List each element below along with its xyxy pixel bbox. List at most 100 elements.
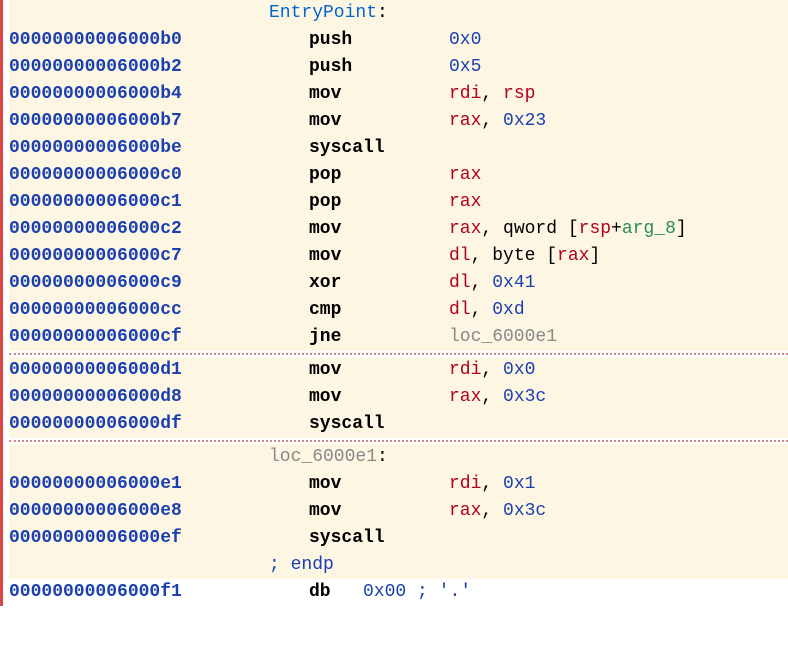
address: 00000000006000cf: [9, 324, 269, 351]
mnemonic: mov: [309, 81, 449, 108]
immediate: 0x23: [503, 111, 546, 131]
mnemonic: jne: [309, 324, 449, 351]
address: 00000000006000e1: [9, 471, 269, 498]
register: dl: [449, 246, 471, 266]
address: 00000000006000c7: [9, 243, 269, 270]
instruction-row[interactable]: 00000000006000c2movrax, qword [rsp+arg_8…: [9, 216, 788, 243]
register: rax: [557, 246, 589, 266]
address: 00000000006000df: [9, 411, 269, 438]
instruction-row[interactable]: 00000000006000e8 movrax, 0x3c: [9, 498, 788, 525]
operands: rax: [449, 162, 481, 189]
instruction-row[interactable]: 00000000006000df syscall: [9, 411, 788, 438]
instruction-row[interactable]: 00000000006000be syscall: [9, 135, 788, 162]
operands: rax, 0x23: [449, 108, 546, 135]
instruction-row[interactable]: 00000000006000c1poprax: [9, 189, 788, 216]
instruction-row[interactable]: 00000000006000e1 movrdi, 0x1: [9, 471, 788, 498]
mnemonic: mov: [309, 108, 449, 135]
address: 00000000006000b4: [9, 81, 269, 108]
register: rax: [449, 111, 481, 131]
colon: :: [377, 0, 388, 27]
mnemonic: syscall: [309, 135, 449, 162]
mnemonic: mov: [309, 471, 449, 498]
instruction-row[interactable]: 00000000006000b4 movrdi, rsp: [9, 81, 788, 108]
colon: :: [377, 444, 388, 471]
instruction-row[interactable]: 00000000006000c9xordl, 0x41: [9, 270, 788, 297]
db-value: 0x00: [363, 579, 406, 606]
mnemonic: push: [309, 27, 449, 54]
block-separator: [9, 353, 788, 355]
operands: rdi, rsp: [449, 81, 535, 108]
register: rdi: [449, 84, 481, 104]
branch-target: loc_6000e1: [449, 324, 557, 351]
immediate: 0x3c: [503, 387, 546, 407]
address: 00000000006000c0: [9, 162, 269, 189]
immediate: 0x1: [503, 474, 535, 494]
address: 00000000006000d8: [9, 384, 269, 411]
register: rax: [449, 501, 481, 521]
label-row-entry: EntryPoint:: [9, 0, 788, 27]
operands: 0x5: [449, 54, 481, 81]
register: rax: [449, 387, 481, 407]
mnemonic: syscall: [309, 411, 449, 438]
address: 00000000006000cc: [9, 297, 269, 324]
register: rax: [449, 192, 481, 212]
data-row: 00000000006000f1db 0x00 ; '.': [9, 579, 788, 606]
operands: rax, 0x3c: [449, 384, 546, 411]
instruction-row[interactable]: 00000000006000cc cmpdl, 0xd: [9, 297, 788, 324]
disassembly-view: EntryPoint: 00000000006000b0push0x000000…: [0, 0, 788, 606]
instruction-row[interactable]: 00000000006000b7movrax, 0x23: [9, 108, 788, 135]
register: dl: [449, 300, 471, 320]
instruction-row[interactable]: 00000000006000ef syscall: [9, 525, 788, 552]
instruction-row[interactable]: 00000000006000d8 movrax, 0x3c: [9, 384, 788, 411]
operands: loc_6000e1: [449, 324, 557, 351]
data-block: 00000000006000f1db 0x00 ; '.': [9, 579, 788, 606]
register: dl: [449, 273, 471, 293]
instruction-row[interactable]: 00000000006000c7 movdl, byte [rax]: [9, 243, 788, 270]
instruction-row[interactable]: 00000000006000b0 push0x0: [9, 27, 788, 54]
operands: rdi, 0x1: [449, 471, 535, 498]
register: rsp: [579, 219, 611, 239]
size-keyword: byte: [492, 246, 535, 266]
register: rsp: [503, 84, 535, 104]
endp-row: ; endp: [9, 552, 788, 579]
instruction-row[interactable]: 00000000006000d1movrdi, 0x0: [9, 357, 788, 384]
mnemonic: syscall: [309, 525, 449, 552]
block-mid: 00000000006000d1movrdi, 0x00000000000600…: [9, 357, 788, 438]
immediate: 0x3c: [503, 501, 546, 521]
immediate: 0x0: [503, 360, 535, 380]
db-directive: db: [309, 579, 363, 606]
mnemonic: mov: [309, 243, 449, 270]
instruction-row[interactable]: 00000000006000cf jneloc_6000e1: [9, 324, 788, 351]
operands: dl, 0xd: [449, 297, 525, 324]
mnemonic: mov: [309, 498, 449, 525]
operands: 0x0: [449, 27, 481, 54]
operands: dl, byte [rax]: [449, 243, 600, 270]
entry-label: EntryPoint: [269, 0, 377, 27]
address: 00000000006000ef: [9, 525, 269, 552]
register: rax: [449, 165, 481, 185]
address: 00000000006000c1: [9, 189, 269, 216]
address: 00000000006000b2: [9, 54, 269, 81]
mnemonic: push: [309, 54, 449, 81]
block-entry: EntryPoint: 00000000006000b0push0x000000…: [9, 0, 788, 351]
address: 00000000006000b0: [9, 27, 269, 54]
block-loc: loc_6000e1: 00000000006000e1movrdi, 0x10…: [9, 444, 788, 579]
immediate: 0x5: [449, 57, 481, 77]
operands: rax, 0x3c: [449, 498, 546, 525]
address: 00000000006000be: [9, 135, 269, 162]
mnemonic: cmp: [309, 297, 449, 324]
operands: dl, 0x41: [449, 270, 535, 297]
mnemonic: mov: [309, 357, 449, 384]
register: rax: [449, 219, 481, 239]
address: 00000000006000e8: [9, 498, 269, 525]
instruction-row[interactable]: 00000000006000c0 poprax: [9, 162, 788, 189]
instruction-row[interactable]: 00000000006000b2 push0x5: [9, 54, 788, 81]
register: rdi: [449, 360, 481, 380]
mnemonic: pop: [309, 162, 449, 189]
address: 00000000006000c9: [9, 270, 269, 297]
mnemonic: mov: [309, 384, 449, 411]
immediate: 0xd: [492, 300, 524, 320]
endp-comment: ; endp: [269, 552, 334, 579]
address: 00000000006000c2: [9, 216, 269, 243]
loc-label: loc_6000e1: [269, 444, 377, 471]
